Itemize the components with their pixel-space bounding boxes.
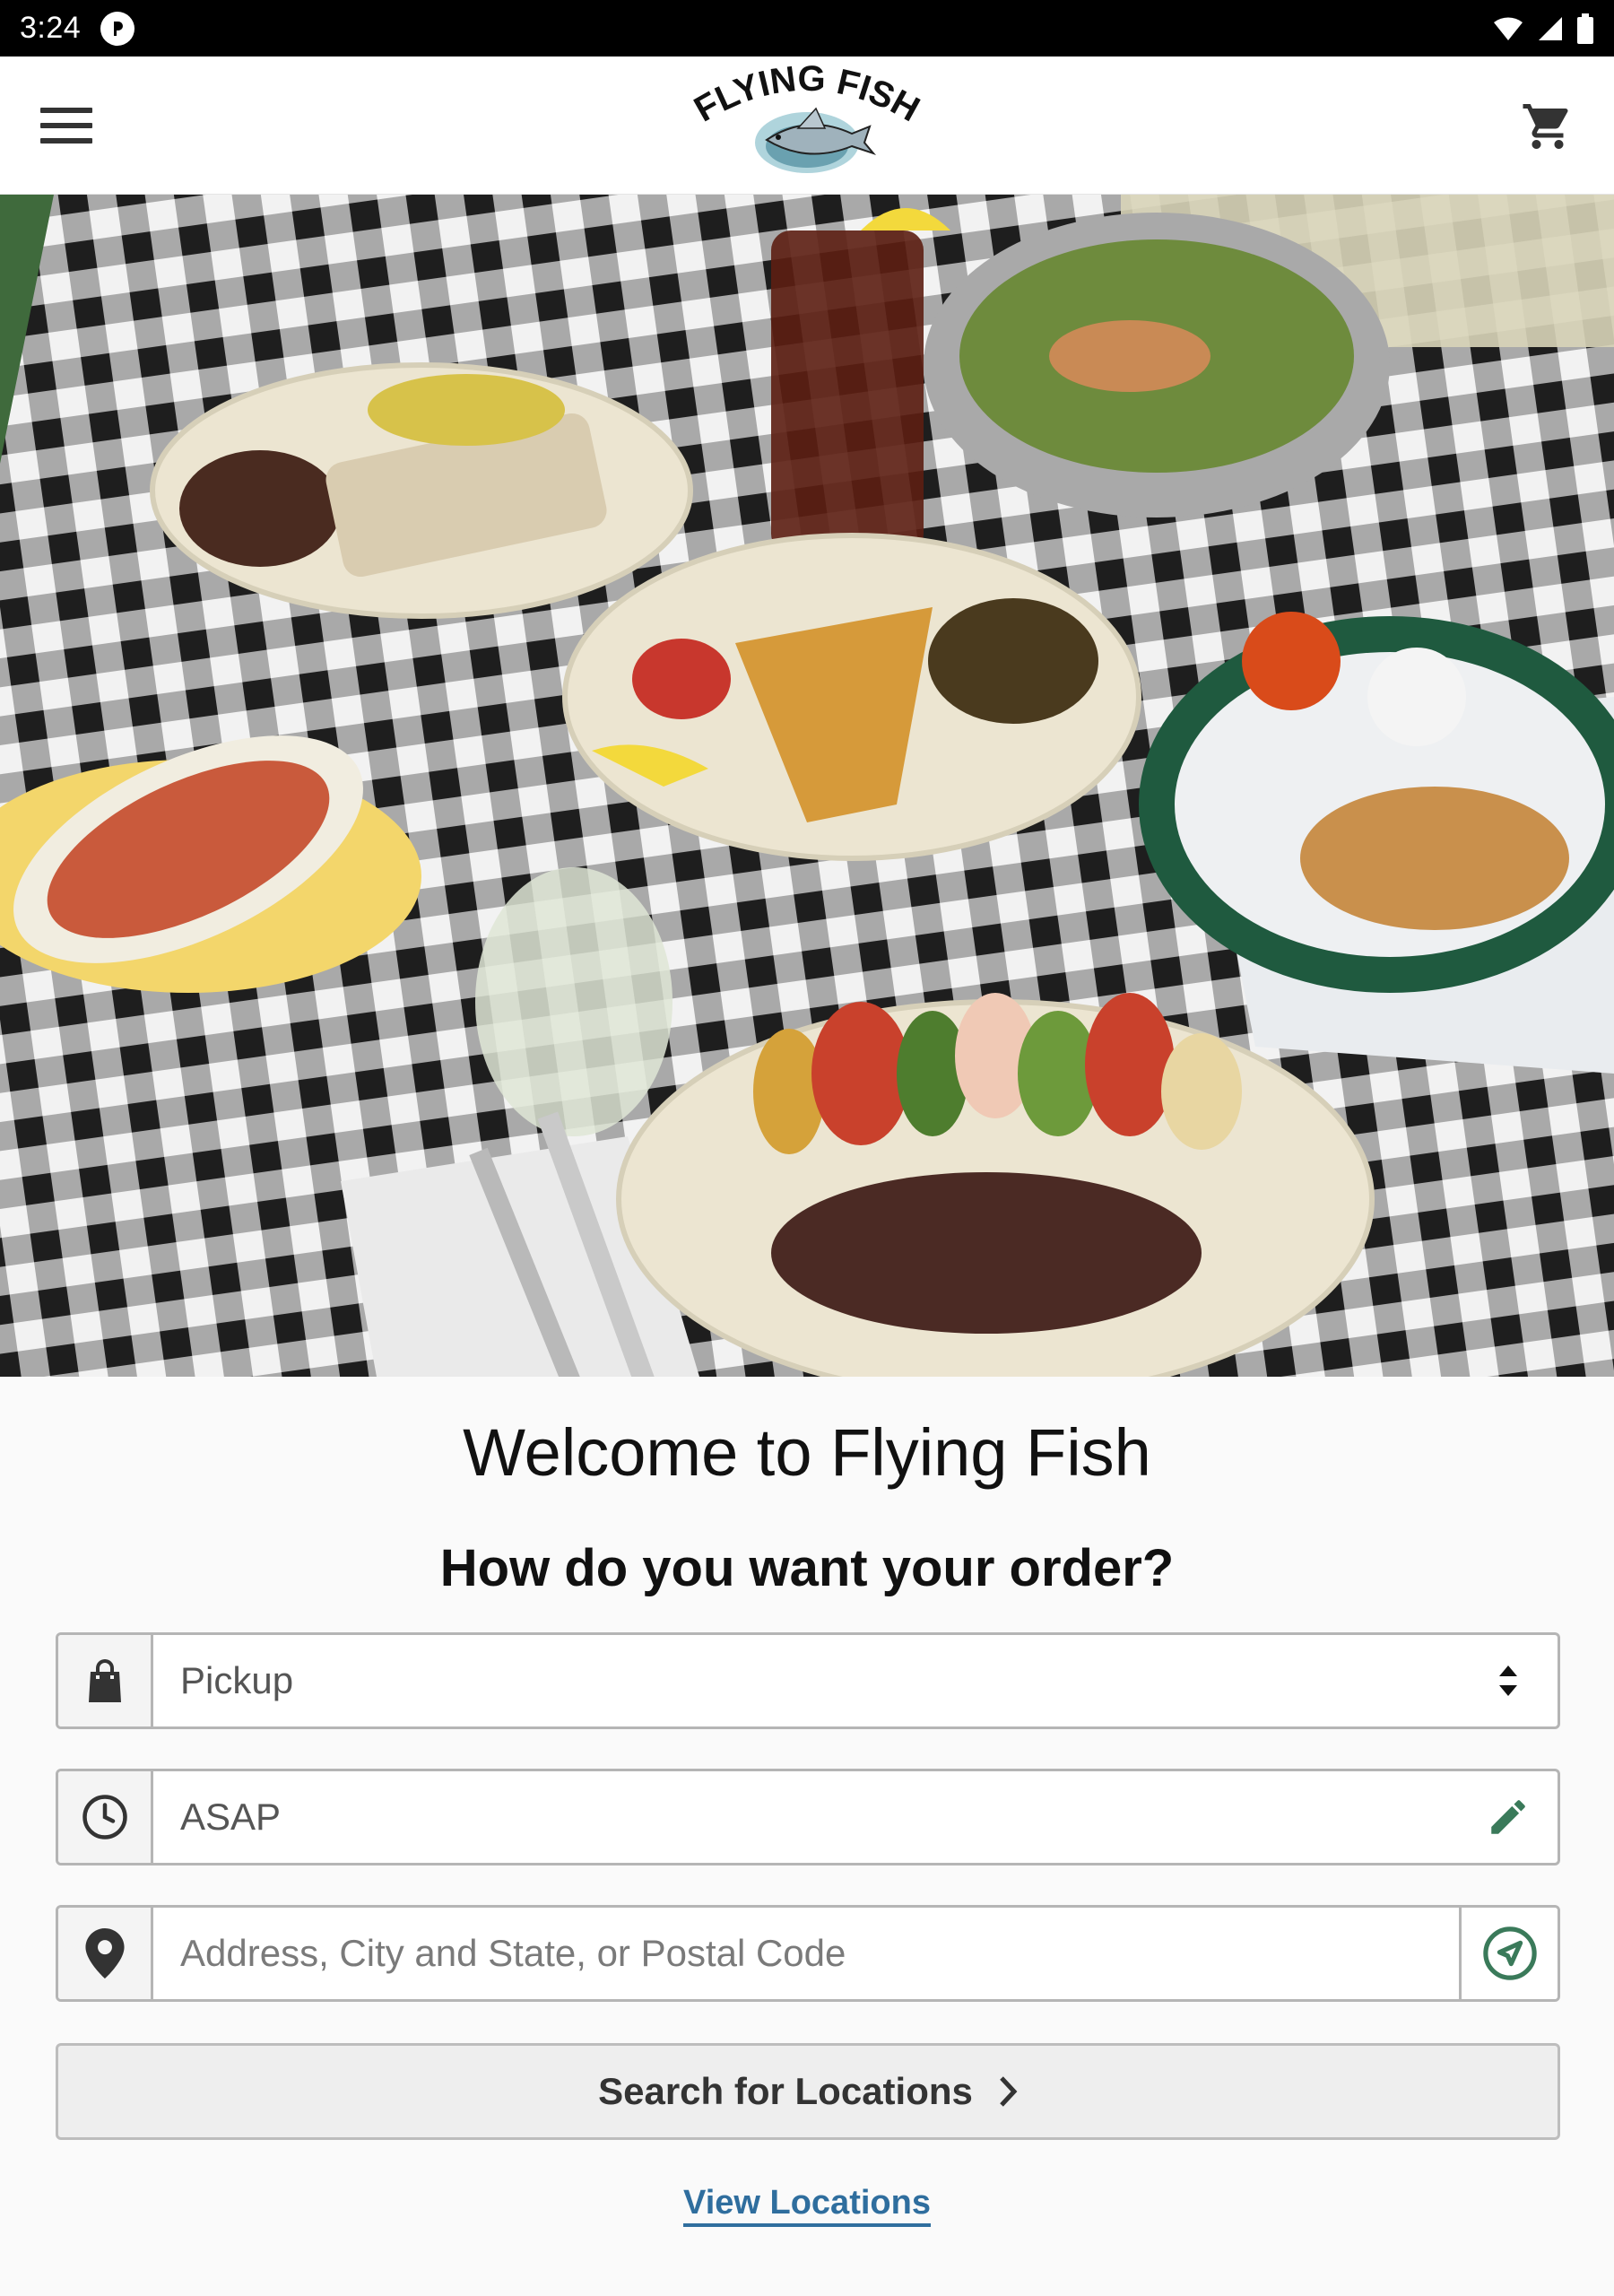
- order-time-value: ASAP: [180, 1796, 282, 1838]
- select-arrows-icon: [1459, 1635, 1558, 1726]
- pencil-edit-icon[interactable]: [1459, 1771, 1558, 1863]
- order-question: How do you want your order?: [439, 1539, 1175, 1597]
- cell-signal-icon: [1539, 16, 1562, 40]
- order-type-value: Pickup: [180, 1659, 294, 1701]
- battery-icon: [1577, 13, 1593, 44]
- shopping-bag-icon: [58, 1635, 153, 1726]
- chevron-right-icon: [1000, 2076, 1018, 2107]
- clock-icon: [58, 1771, 153, 1863]
- wifi-icon: [1494, 16, 1523, 40]
- address-field: [56, 1905, 1560, 2002]
- order-type-select[interactable]: Pickup: [56, 1632, 1560, 1729]
- welcome-title: Welcome to Flying Fish: [463, 1415, 1151, 1490]
- search-locations-label: Search for Locations: [598, 2070, 973, 2112]
- hamburger-menu-icon[interactable]: [30, 94, 102, 157]
- view-locations-link[interactable]: View Locations: [683, 2184, 931, 2227]
- address-input[interactable]: [153, 1908, 1459, 1999]
- app-header: FLYING FISH: [0, 57, 1614, 195]
- search-locations-button[interactable]: Search for Locations: [56, 2043, 1560, 2140]
- navigation-arrow-icon[interactable]: [1459, 1908, 1558, 1999]
- p-notification-icon: [100, 11, 135, 46]
- shopping-cart-icon[interactable]: [1514, 92, 1582, 161]
- flying-fish-logo: FLYING FISH: [688, 64, 926, 173]
- hero-food-photo: [0, 195, 1614, 1377]
- order-time-field[interactable]: ASAP: [56, 1769, 1560, 1866]
- view-locations-wrapper: View Locations: [0, 2184, 1614, 2227]
- map-pin-icon: [58, 1908, 153, 1999]
- status-bar: 3:24: [0, 0, 1614, 57]
- status-time: 3:24: [20, 11, 82, 45]
